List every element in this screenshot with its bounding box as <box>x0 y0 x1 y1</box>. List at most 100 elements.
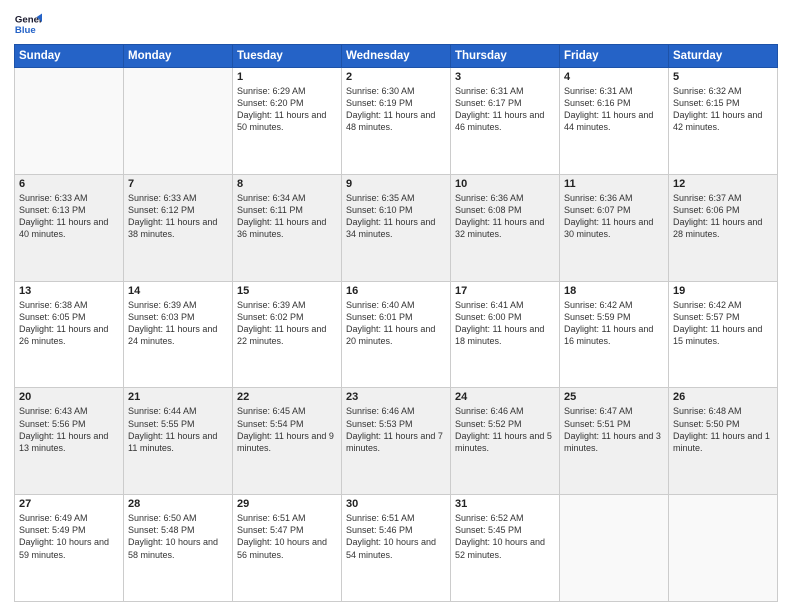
day-number: 31 <box>455 498 555 510</box>
calendar-week-0: 1 Sunrise: 6:29 AM Sunset: 6:20 PM Daylig… <box>15 68 778 175</box>
day-number: 30 <box>346 498 446 510</box>
weekday-monday: Monday <box>124 45 233 68</box>
cell-info: Sunrise: 6:46 AM Sunset: 5:53 PM Dayligh… <box>346 405 446 454</box>
calendar-cell: 20 Sunrise: 6:43 AM Sunset: 5:56 PM Dayli… <box>15 388 124 495</box>
calendar-week-4: 27 Sunrise: 6:49 AM Sunset: 5:49 PM Dayli… <box>15 495 778 602</box>
cell-info: Sunrise: 6:52 AM Sunset: 5:45 PM Dayligh… <box>455 512 555 561</box>
cell-info: Sunrise: 6:47 AM Sunset: 5:51 PM Dayligh… <box>564 405 664 454</box>
cell-info: Sunrise: 6:42 AM Sunset: 5:59 PM Dayligh… <box>564 299 664 348</box>
cell-info: Sunrise: 6:33 AM Sunset: 6:12 PM Dayligh… <box>128 192 228 241</box>
cell-info: Sunrise: 6:29 AM Sunset: 6:20 PM Dayligh… <box>237 85 337 134</box>
day-number: 8 <box>237 178 337 190</box>
calendar-cell: 11 Sunrise: 6:36 AM Sunset: 6:07 PM Dayli… <box>560 174 669 281</box>
calendar-table: SundayMondayTuesdayWednesdayThursdayFrid… <box>14 44 778 602</box>
cell-info: Sunrise: 6:34 AM Sunset: 6:11 PM Dayligh… <box>237 192 337 241</box>
day-number: 2 <box>346 71 446 83</box>
svg-text:General: General <box>15 14 42 25</box>
calendar-cell: 5Sunrise: 6:32 AM Sunset: 6:15 PM Daylig… <box>669 68 778 175</box>
day-number: 25 <box>564 391 664 403</box>
weekday-tuesday: Tuesday <box>233 45 342 68</box>
calendar-cell: 18 Sunrise: 6:42 AM Sunset: 5:59 PM Dayli… <box>560 281 669 388</box>
calendar-week-2: 13 Sunrise: 6:38 AM Sunset: 6:05 PM Dayli… <box>15 281 778 388</box>
calendar-cell: 22 Sunrise: 6:45 AM Sunset: 5:54 PM Dayli… <box>233 388 342 495</box>
cell-info: Sunrise: 6:38 AM Sunset: 6:05 PM Dayligh… <box>19 299 119 348</box>
calendar-cell: 21 Sunrise: 6:44 AM Sunset: 5:55 PM Dayli… <box>124 388 233 495</box>
calendar-week-3: 20 Sunrise: 6:43 AM Sunset: 5:56 PM Dayli… <box>15 388 778 495</box>
weekday-thursday: Thursday <box>451 45 560 68</box>
cell-info: Sunrise: 6:49 AM Sunset: 5:49 PM Dayligh… <box>19 512 119 561</box>
cell-info: Sunrise: 6:39 AM Sunset: 6:02 PM Dayligh… <box>237 299 337 348</box>
calendar-cell: 8 Sunrise: 6:34 AM Sunset: 6:11 PM Daylig… <box>233 174 342 281</box>
calendar-cell <box>124 68 233 175</box>
calendar-cell: 25 Sunrise: 6:47 AM Sunset: 5:51 PM Dayli… <box>560 388 669 495</box>
day-number: 13 <box>19 285 119 297</box>
calendar-cell <box>15 68 124 175</box>
day-number: 27 <box>19 498 119 510</box>
cell-info: Sunrise: 6:41 AM Sunset: 6:00 PM Dayligh… <box>455 299 555 348</box>
calendar-cell: 15 Sunrise: 6:39 AM Sunset: 6:02 PM Dayli… <box>233 281 342 388</box>
calendar-cell: 13 Sunrise: 6:38 AM Sunset: 6:05 PM Dayli… <box>15 281 124 388</box>
logo-icon: General Blue <box>14 10 42 38</box>
svg-text:Blue: Blue <box>15 25 36 36</box>
cell-info: Sunrise: 6:36 AM Sunset: 6:07 PM Dayligh… <box>564 192 664 241</box>
calendar-cell: 9 Sunrise: 6:35 AM Sunset: 6:10 PM Daylig… <box>342 174 451 281</box>
calendar-cell: 14 Sunrise: 6:39 AM Sunset: 6:03 PM Dayli… <box>124 281 233 388</box>
day-number: 11 <box>564 178 664 190</box>
cell-info: Sunrise: 6:46 AM Sunset: 5:52 PM Dayligh… <box>455 405 555 454</box>
calendar-cell: 6 Sunrise: 6:33 AM Sunset: 6:13 PM Daylig… <box>15 174 124 281</box>
day-number: 6 <box>19 178 119 190</box>
calendar-cell: 4 Sunrise: 6:31 AM Sunset: 6:16 PM Daylig… <box>560 68 669 175</box>
calendar-cell: 10Sunrise: 6:36 AM Sunset: 6:08 PM Dayli… <box>451 174 560 281</box>
calendar-cell <box>669 495 778 602</box>
calendar-cell: 17 Sunrise: 6:41 AM Sunset: 6:00 PM Dayli… <box>451 281 560 388</box>
calendar-cell: 31 Sunrise: 6:52 AM Sunset: 5:45 PM Dayli… <box>451 495 560 602</box>
calendar-page: General Blue SundayMondayTuesdayWednesda… <box>0 0 792 612</box>
cell-info: Sunrise: 6:31 AM Sunset: 6:17 PM Dayligh… <box>455 85 555 134</box>
cell-info: Sunrise: 6:32 AM Sunset: 6:15 PM Dayligh… <box>673 85 773 134</box>
calendar-cell: 16Sunrise: 6:40 AM Sunset: 6:01 PM Dayli… <box>342 281 451 388</box>
calendar-cell: 3 Sunrise: 6:31 AM Sunset: 6:17 PM Daylig… <box>451 68 560 175</box>
day-number: 23 <box>346 391 446 403</box>
weekday-header-row: SundayMondayTuesdayWednesdayThursdayFrid… <box>15 45 778 68</box>
day-number: 15 <box>237 285 337 297</box>
calendar-cell: 2 Sunrise: 6:30 AM Sunset: 6:19 PM Daylig… <box>342 68 451 175</box>
cell-info: Sunrise: 6:33 AM Sunset: 6:13 PM Dayligh… <box>19 192 119 241</box>
cell-info: Sunrise: 6:39 AM Sunset: 6:03 PM Dayligh… <box>128 299 228 348</box>
day-number: 12 <box>673 178 773 190</box>
cell-info: Sunrise: 6:44 AM Sunset: 5:55 PM Dayligh… <box>128 405 228 454</box>
day-number: 26 <box>673 391 773 403</box>
day-number: 21 <box>128 391 228 403</box>
calendar-cell: 7 Sunrise: 6:33 AM Sunset: 6:12 PM Daylig… <box>124 174 233 281</box>
day-number: 17 <box>455 285 555 297</box>
calendar-cell: 23 Sunrise: 6:46 AM Sunset: 5:53 PM Dayli… <box>342 388 451 495</box>
cell-info: Sunrise: 6:50 AM Sunset: 5:48 PM Dayligh… <box>128 512 228 561</box>
day-number: 18 <box>564 285 664 297</box>
calendar-cell: 28 Sunrise: 6:50 AM Sunset: 5:48 PM Dayli… <box>124 495 233 602</box>
cell-info: Sunrise: 6:35 AM Sunset: 6:10 PM Dayligh… <box>346 192 446 241</box>
day-number: 22 <box>237 391 337 403</box>
calendar-week-1: 6 Sunrise: 6:33 AM Sunset: 6:13 PM Daylig… <box>15 174 778 281</box>
calendar-cell: 12 Sunrise: 6:37 AM Sunset: 6:06 PM Dayli… <box>669 174 778 281</box>
calendar-cell: 30 Sunrise: 6:51 AM Sunset: 5:46 PM Dayli… <box>342 495 451 602</box>
calendar-cell: 19Sunrise: 6:42 AM Sunset: 5:57 PM Dayli… <box>669 281 778 388</box>
cell-info: Sunrise: 6:36 AM Sunset: 6:08 PM Dayligh… <box>455 192 555 241</box>
cell-info: Sunrise: 6:30 AM Sunset: 6:19 PM Dayligh… <box>346 85 446 134</box>
cell-info: Sunrise: 6:43 AM Sunset: 5:56 PM Dayligh… <box>19 405 119 454</box>
cell-info: Sunrise: 6:37 AM Sunset: 6:06 PM Dayligh… <box>673 192 773 241</box>
cell-info: Sunrise: 6:51 AM Sunset: 5:47 PM Dayligh… <box>237 512 337 561</box>
day-number: 7 <box>128 178 228 190</box>
cell-info: Sunrise: 6:31 AM Sunset: 6:16 PM Dayligh… <box>564 85 664 134</box>
calendar-cell: 26Sunrise: 6:48 AM Sunset: 5:50 PM Dayli… <box>669 388 778 495</box>
day-number: 4 <box>564 71 664 83</box>
day-number: 20 <box>19 391 119 403</box>
day-number: 3 <box>455 71 555 83</box>
day-number: 14 <box>128 285 228 297</box>
day-number: 9 <box>346 178 446 190</box>
day-number: 28 <box>128 498 228 510</box>
day-number: 16 <box>346 285 446 297</box>
cell-info: Sunrise: 6:51 AM Sunset: 5:46 PM Dayligh… <box>346 512 446 561</box>
day-number: 1 <box>237 71 337 83</box>
cell-info: Sunrise: 6:42 AM Sunset: 5:57 PM Dayligh… <box>673 299 773 348</box>
calendar-cell: 24Sunrise: 6:46 AM Sunset: 5:52 PM Dayli… <box>451 388 560 495</box>
cell-info: Sunrise: 6:45 AM Sunset: 5:54 PM Dayligh… <box>237 405 337 454</box>
